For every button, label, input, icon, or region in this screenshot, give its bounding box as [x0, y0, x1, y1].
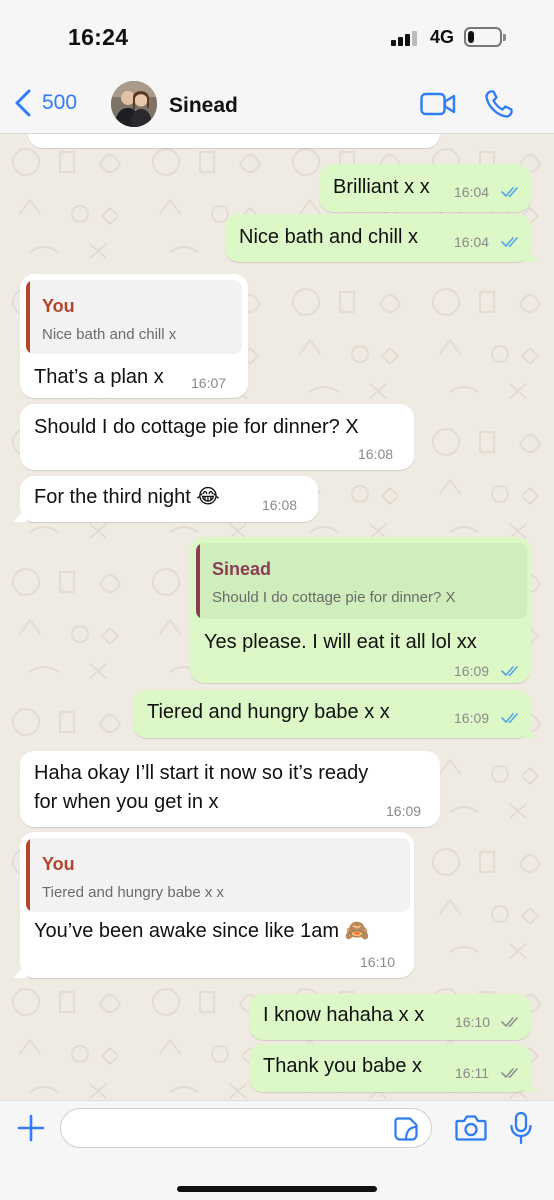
message-time: 16:08: [262, 497, 298, 513]
delivered-receipt-icon: [501, 1017, 518, 1027]
back-button[interactable]: 500: [14, 86, 77, 120]
microphone-icon[interactable]: [508, 1111, 534, 1145]
message-time: 16:10: [360, 954, 396, 970]
chat-header: 500 Sinead: [0, 72, 554, 134]
message-time: 16:09: [454, 663, 490, 679]
message-time: 16:10: [455, 1014, 491, 1030]
message-input[interactable]: [60, 1108, 432, 1148]
message-bubble-outgoing[interactable]: I know hahaha x x 16:10: [249, 994, 531, 1040]
network-label: 4G: [430, 27, 455, 47]
camera-icon[interactable]: [455, 1113, 487, 1143]
message-bubble-incoming-reply[interactable]: You Nice bath and chill x That’s a plan …: [20, 274, 248, 398]
video-call-icon[interactable]: [420, 92, 456, 116]
status-bar: 16:24 4G: [0, 0, 554, 72]
signal-icon: [391, 31, 421, 46]
quoted-text: Should I do cottage pie for dinner? X: [212, 589, 456, 606]
message-bubble-incoming[interactable]: For the third night 😂 16:08: [13, 476, 318, 522]
quoted-sender: Sinead: [212, 559, 272, 579]
quoted-message[interactable]: You Tiered and hungry babe x x: [26, 838, 410, 912]
message-text-line: Haha okay I’ll start it now so it’s read…: [34, 762, 369, 784]
quoted-message[interactable]: Sinead Should I do cottage pie for dinne…: [196, 543, 527, 619]
message-text: Brilliant x x: [333, 176, 430, 198]
quoted-text: Tiered and hungry babe x x: [42, 884, 225, 901]
home-indicator: [177, 1186, 377, 1192]
quoted-sender: You: [42, 296, 75, 316]
read-receipt-icon: [501, 666, 518, 676]
message-bubble-outgoing[interactable]: Tiered and hungry babe x x 16:09: [133, 690, 538, 738]
chat-area[interactable]: Brilliant x x 16:04 Nice bath and chill …: [0, 134, 554, 1100]
message-text: I know hahaha x x: [263, 1004, 425, 1026]
message-bubble-outgoing[interactable]: Thank you babe x 16:11: [249, 1044, 538, 1092]
message-bubble-outgoing[interactable]: Brilliant x x 16:04: [319, 164, 531, 212]
delivered-receipt-icon: [501, 1068, 518, 1078]
back-count: 500: [42, 91, 78, 114]
message-time: 16:04: [454, 234, 490, 250]
message-bubble-incoming[interactable]: Haha okay I’ll start it now so it’s read…: [20, 751, 440, 827]
message-time: 16:04: [454, 184, 490, 200]
message-text: Should I do cottage pie for dinner? X: [34, 416, 359, 438]
message-time: 16:07: [191, 375, 227, 391]
message-bubble-previous[interactable]: [28, 134, 440, 148]
quoted-sender: You: [42, 854, 75, 874]
message-time: 16:11: [455, 1065, 489, 1081]
message-input-bar: [0, 1100, 554, 1200]
message-bubble-incoming-reply[interactable]: You Tiered and hungry babe x x You’ve be…: [13, 832, 414, 978]
message-time: 16:08: [358, 446, 394, 462]
phone-icon[interactable]: [484, 89, 514, 119]
message-bubble-outgoing[interactable]: Nice bath and chill x 16:04: [225, 214, 538, 262]
message-text-line: for when you get in x: [34, 791, 219, 813]
battery-level: [468, 31, 474, 43]
message-time: 16:09: [454, 710, 490, 726]
sticker-icon[interactable]: [393, 1116, 419, 1142]
quoted-message[interactable]: You Nice bath and chill x: [26, 280, 242, 354]
plus-icon[interactable]: [16, 1113, 46, 1143]
contact-name[interactable]: Sinead: [169, 94, 238, 118]
avatar[interactable]: [111, 81, 157, 127]
message-text: That’s a plan x: [34, 366, 164, 388]
quoted-text: Nice bath and chill x: [42, 326, 177, 343]
message-text: Tiered and hungry babe x x: [147, 701, 390, 723]
read-receipt-icon: [501, 713, 518, 723]
read-receipt-icon: [501, 237, 518, 247]
status-time: 16:24: [68, 24, 129, 50]
message-bubble-outgoing-reply[interactable]: Sinead Should I do cottage pie for dinne…: [190, 537, 531, 683]
message-time: 16:09: [386, 803, 422, 819]
read-receipt-icon: [501, 187, 518, 197]
message-text: Thank you babe x: [263, 1055, 422, 1077]
back-chevron-icon: [15, 89, 31, 117]
message-bubble-incoming[interactable]: Should I do cottage pie for dinner? X 16…: [20, 404, 414, 470]
message-text: For the third night 😂: [34, 486, 220, 508]
message-text: You’ve been awake since like 1am 🙈: [34, 920, 370, 942]
battery-icon: [464, 27, 506, 47]
message-text: Yes please. I will eat it all lol xx: [204, 631, 477, 653]
message-text: Nice bath and chill x: [239, 226, 418, 248]
